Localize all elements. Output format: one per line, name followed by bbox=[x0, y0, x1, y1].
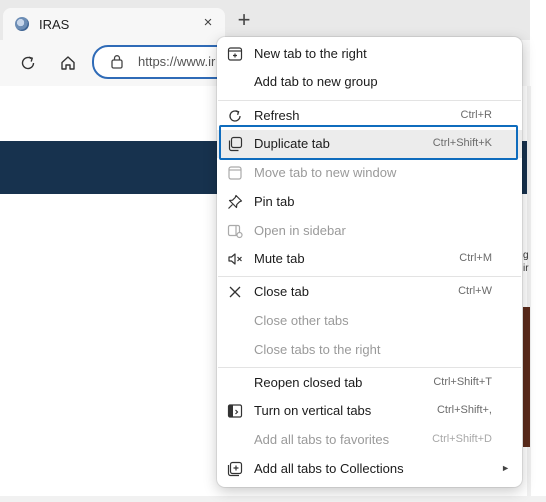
lock-icon bbox=[110, 54, 124, 74]
menu-item-shortcut: Ctrl+M bbox=[459, 252, 492, 264]
menu-item-add-to-collections[interactable]: Add all tabs to Collections ► bbox=[217, 455, 522, 483]
menu-item-close-tab[interactable]: Close tab Ctrl+W bbox=[217, 278, 522, 306]
menu-item-label: Close tab bbox=[254, 284, 309, 299]
menu-item-label: Reopen closed tab bbox=[254, 375, 363, 390]
tab-close-icon[interactable]: × bbox=[199, 14, 217, 32]
highlight-box bbox=[219, 125, 518, 160]
collections-icon bbox=[227, 461, 243, 477]
pin-icon bbox=[227, 194, 243, 210]
menu-item-open-sidebar[interactable]: Open in sidebar bbox=[217, 217, 522, 245]
menu-item-shortcut: Ctrl+Shift+D bbox=[432, 433, 492, 445]
menu-item-label: Add tab to new group bbox=[254, 74, 378, 89]
menu-item-move-to-window[interactable]: Move tab to new window bbox=[217, 159, 522, 187]
menu-item-label: Turn on vertical tabs bbox=[254, 403, 372, 418]
menu-item-vertical-tabs[interactable]: Turn on vertical tabs Ctrl+Shift+, bbox=[217, 397, 522, 425]
menu-item-label: New tab to the right bbox=[254, 46, 367, 61]
menu-item-shortcut: Ctrl+Shift+T bbox=[433, 376, 492, 388]
sidebar-icon bbox=[227, 223, 243, 239]
site-favicon-icon bbox=[15, 17, 29, 31]
menu-item-add-to-favorites[interactable]: Add all tabs to favorites Ctrl+Shift+D bbox=[217, 426, 522, 454]
submenu-arrow-icon: ► bbox=[501, 463, 510, 473]
menu-item-label: Move tab to new window bbox=[254, 165, 397, 180]
new-tab-icon bbox=[227, 46, 243, 62]
menu-item-label: Close other tabs bbox=[254, 313, 349, 328]
menu-item-label: Add all tabs to favorites bbox=[254, 432, 390, 447]
menu-item-shortcut: Ctrl+W bbox=[458, 285, 492, 297]
menu-item-add-tab-group[interactable]: Add tab to new group bbox=[217, 68, 522, 96]
menu-item-label: Close tabs to the right bbox=[254, 342, 381, 357]
menu-item-reopen-closed-tab[interactable]: Reopen closed tab Ctrl+Shift+T bbox=[217, 369, 522, 397]
page-peek-text: g bbox=[523, 250, 529, 261]
menu-item-label: Add all tabs to Collections bbox=[254, 461, 404, 476]
new-tab-button[interactable]: + bbox=[233, 9, 255, 32]
menu-item-shortcut: Ctrl+R bbox=[460, 109, 492, 121]
tab-title: IRAS bbox=[39, 17, 70, 32]
close-icon bbox=[227, 284, 243, 300]
menu-item-close-tabs-right[interactable]: Close tabs to the right bbox=[217, 336, 522, 364]
refresh-button[interactable] bbox=[15, 50, 41, 76]
window-icon bbox=[227, 165, 243, 181]
tab-strip: IRAS × + bbox=[0, 0, 530, 40]
menu-item-label: Open in sidebar bbox=[254, 223, 346, 238]
vertical-tabs-icon bbox=[227, 403, 243, 419]
page-peek-text: ir bbox=[523, 263, 529, 274]
url-text: https://www.ir bbox=[138, 54, 216, 69]
menu-item-label: Refresh bbox=[254, 108, 300, 123]
menu-item-shortcut: Ctrl+Shift+, bbox=[436, 404, 492, 416]
mute-icon bbox=[227, 251, 243, 267]
menu-separator bbox=[218, 367, 521, 368]
refresh-icon bbox=[21, 56, 35, 70]
menu-item-new-tab-right[interactable]: New tab to the right bbox=[217, 40, 522, 68]
menu-separator bbox=[218, 100, 521, 101]
menu-item-close-other-tabs[interactable]: Close other tabs bbox=[217, 307, 522, 335]
menu-item-label: Pin tab bbox=[254, 194, 295, 209]
menu-separator bbox=[218, 276, 521, 277]
tab-iras[interactable]: IRAS × bbox=[3, 8, 225, 40]
tab-context-menu: New tab to the right Add tab to new grou… bbox=[217, 37, 522, 487]
home-icon bbox=[61, 56, 75, 70]
menu-item-label: Mute tab bbox=[254, 251, 305, 266]
menu-item-mute-tab[interactable]: Mute tab Ctrl+M bbox=[217, 245, 522, 273]
refresh-icon bbox=[227, 108, 243, 124]
bottom-strip bbox=[0, 496, 546, 502]
home-button[interactable] bbox=[55, 50, 81, 76]
menu-item-pin-tab[interactable]: Pin tab bbox=[217, 188, 522, 216]
page-image-peek bbox=[523, 307, 530, 447]
